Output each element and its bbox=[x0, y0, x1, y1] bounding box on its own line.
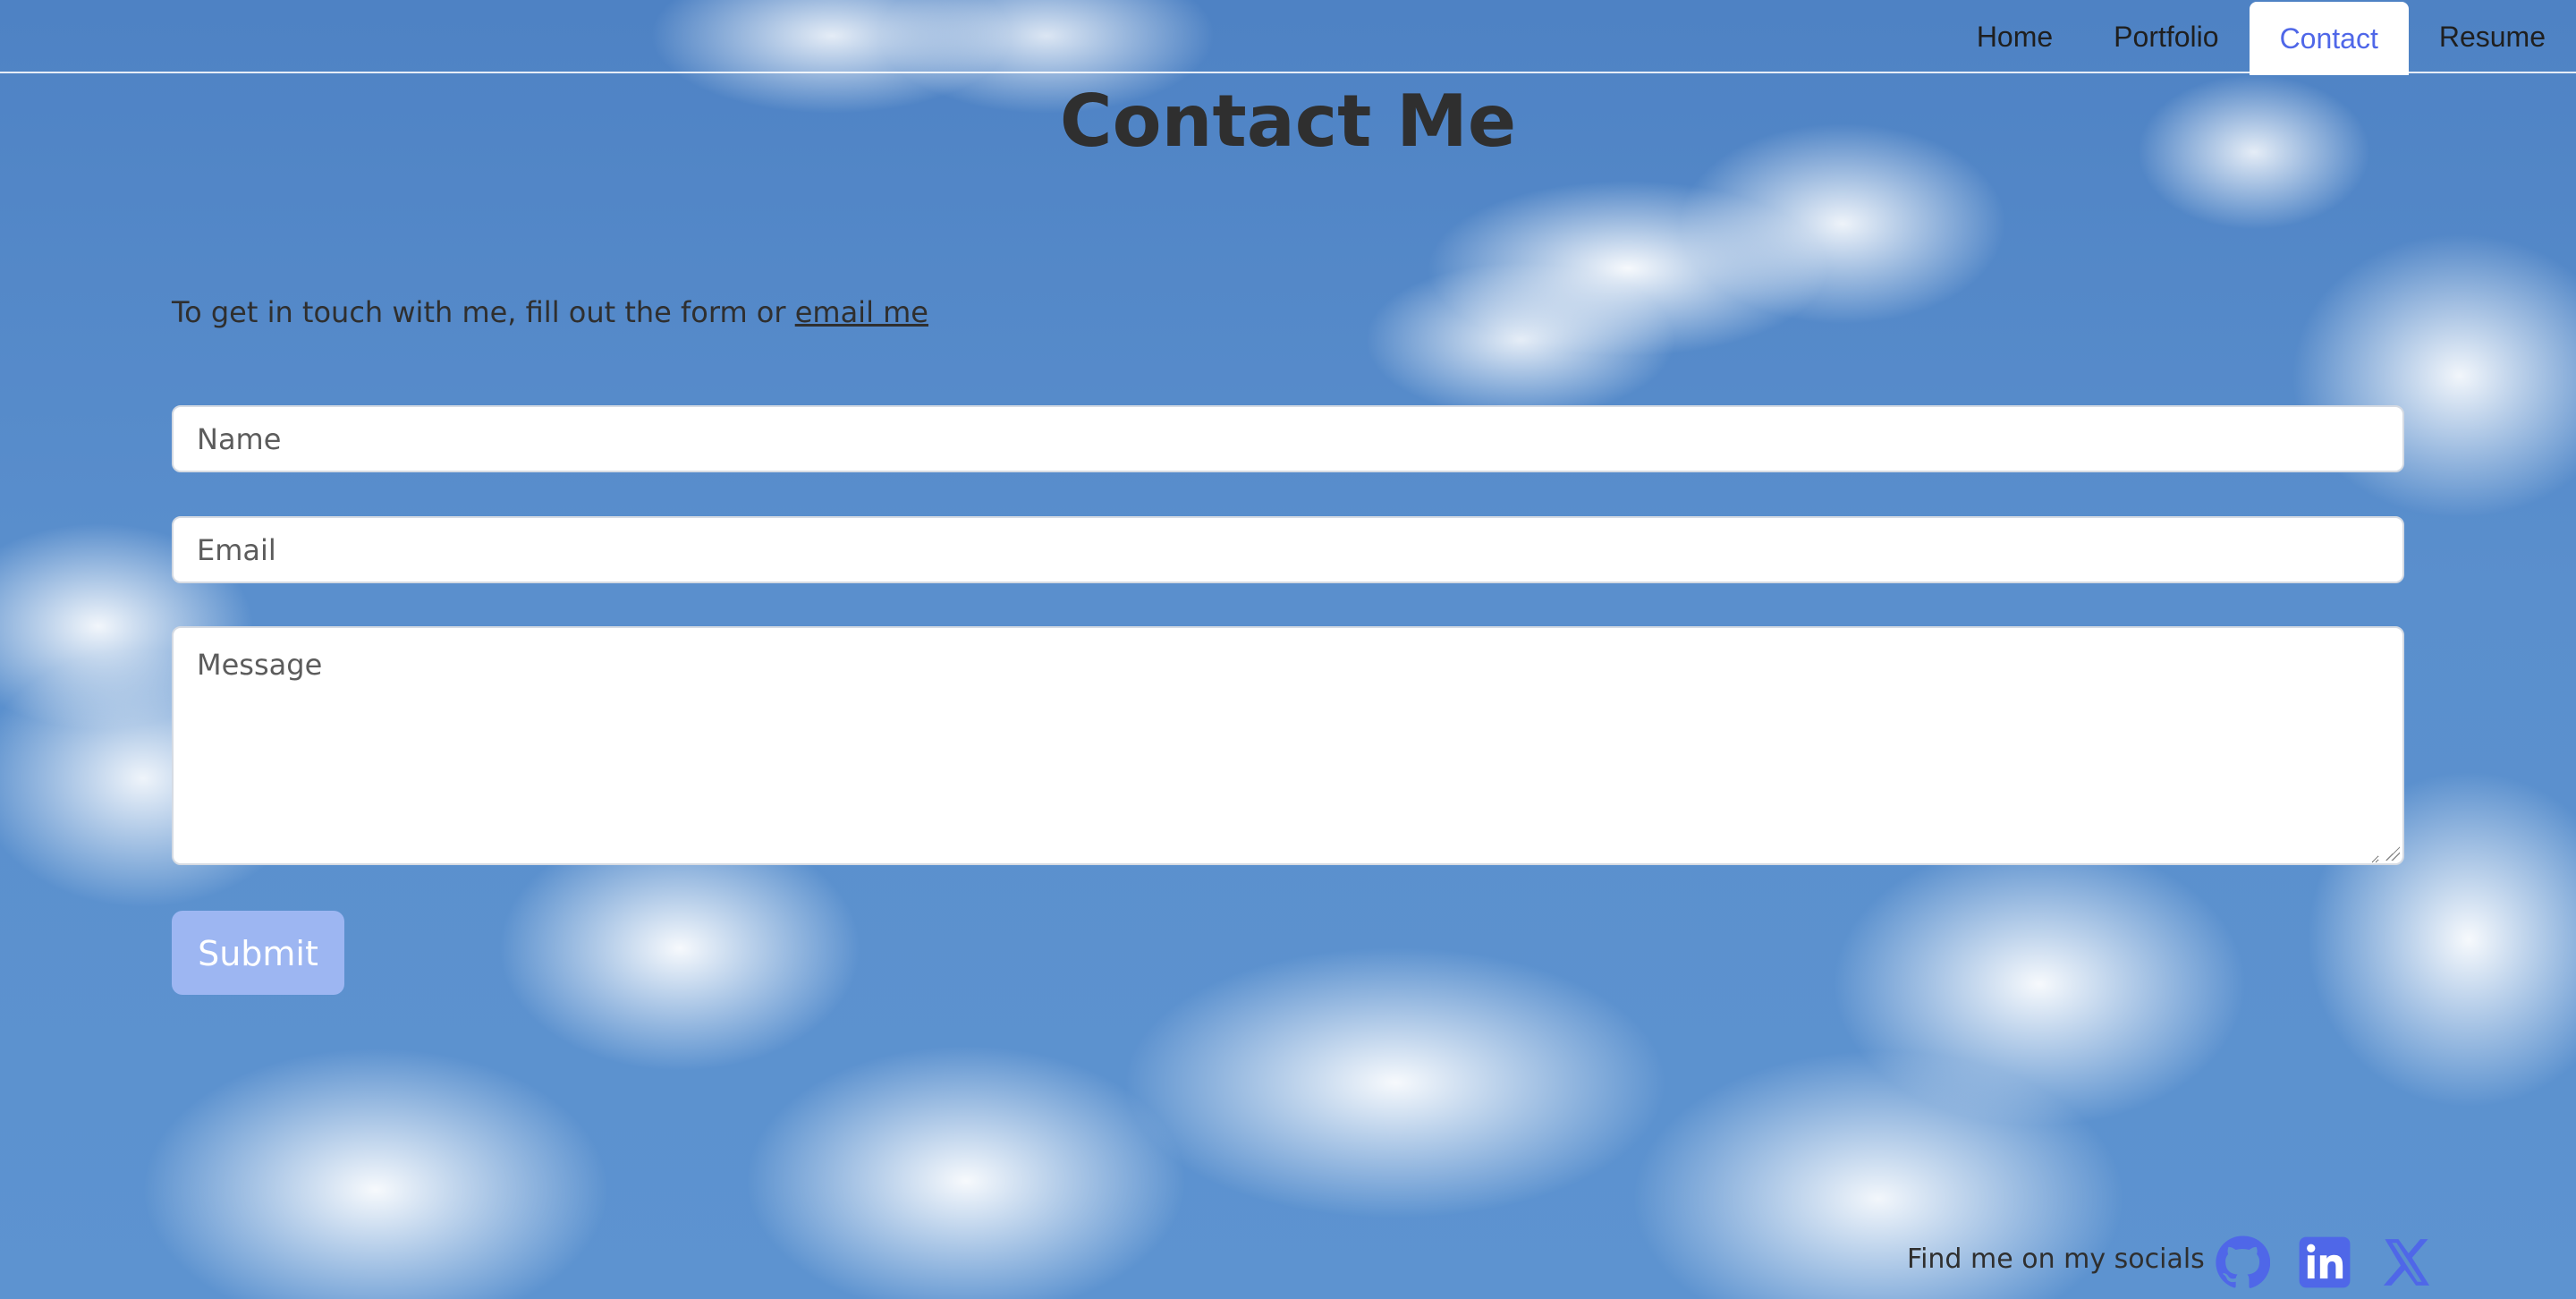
message-textarea[interactable] bbox=[197, 648, 2379, 863]
linkedin-icon[interactable] bbox=[2297, 1235, 2352, 1290]
email-input[interactable] bbox=[197, 518, 2379, 582]
x-icon[interactable] bbox=[2379, 1235, 2435, 1290]
name-input[interactable] bbox=[197, 407, 2379, 471]
resize-handle-icon[interactable] bbox=[2385, 846, 2400, 861]
nav-item-contact[interactable]: Contact bbox=[2249, 2, 2409, 75]
name-field-wrapper bbox=[172, 405, 2404, 472]
nav-item-resume[interactable]: Resume bbox=[2409, 0, 2576, 73]
github-icon[interactable] bbox=[2215, 1235, 2270, 1290]
email-me-link[interactable]: email me bbox=[795, 295, 928, 329]
nav-item-home[interactable]: Home bbox=[1946, 0, 2083, 73]
intro-text-label: To get in touch with me, fill out the fo… bbox=[172, 295, 795, 329]
nav-list: Home Portfolio Contact Resume bbox=[1946, 0, 2576, 75]
submit-button[interactable]: Submit bbox=[172, 911, 344, 995]
message-field-wrapper bbox=[172, 626, 2404, 865]
socials-footer: Find me on my socials bbox=[0, 1235, 2576, 1294]
page-title: Contact Me bbox=[1059, 80, 1517, 163]
nav-item-portfolio[interactable]: Portfolio bbox=[2083, 0, 2249, 73]
top-navbar: Home Portfolio Contact Resume bbox=[0, 0, 2576, 75]
socials-label: Find me on my socials bbox=[1907, 1244, 2205, 1275]
intro-text: To get in touch with me, fill out the fo… bbox=[172, 293, 928, 332]
email-field-wrapper bbox=[172, 516, 2404, 583]
